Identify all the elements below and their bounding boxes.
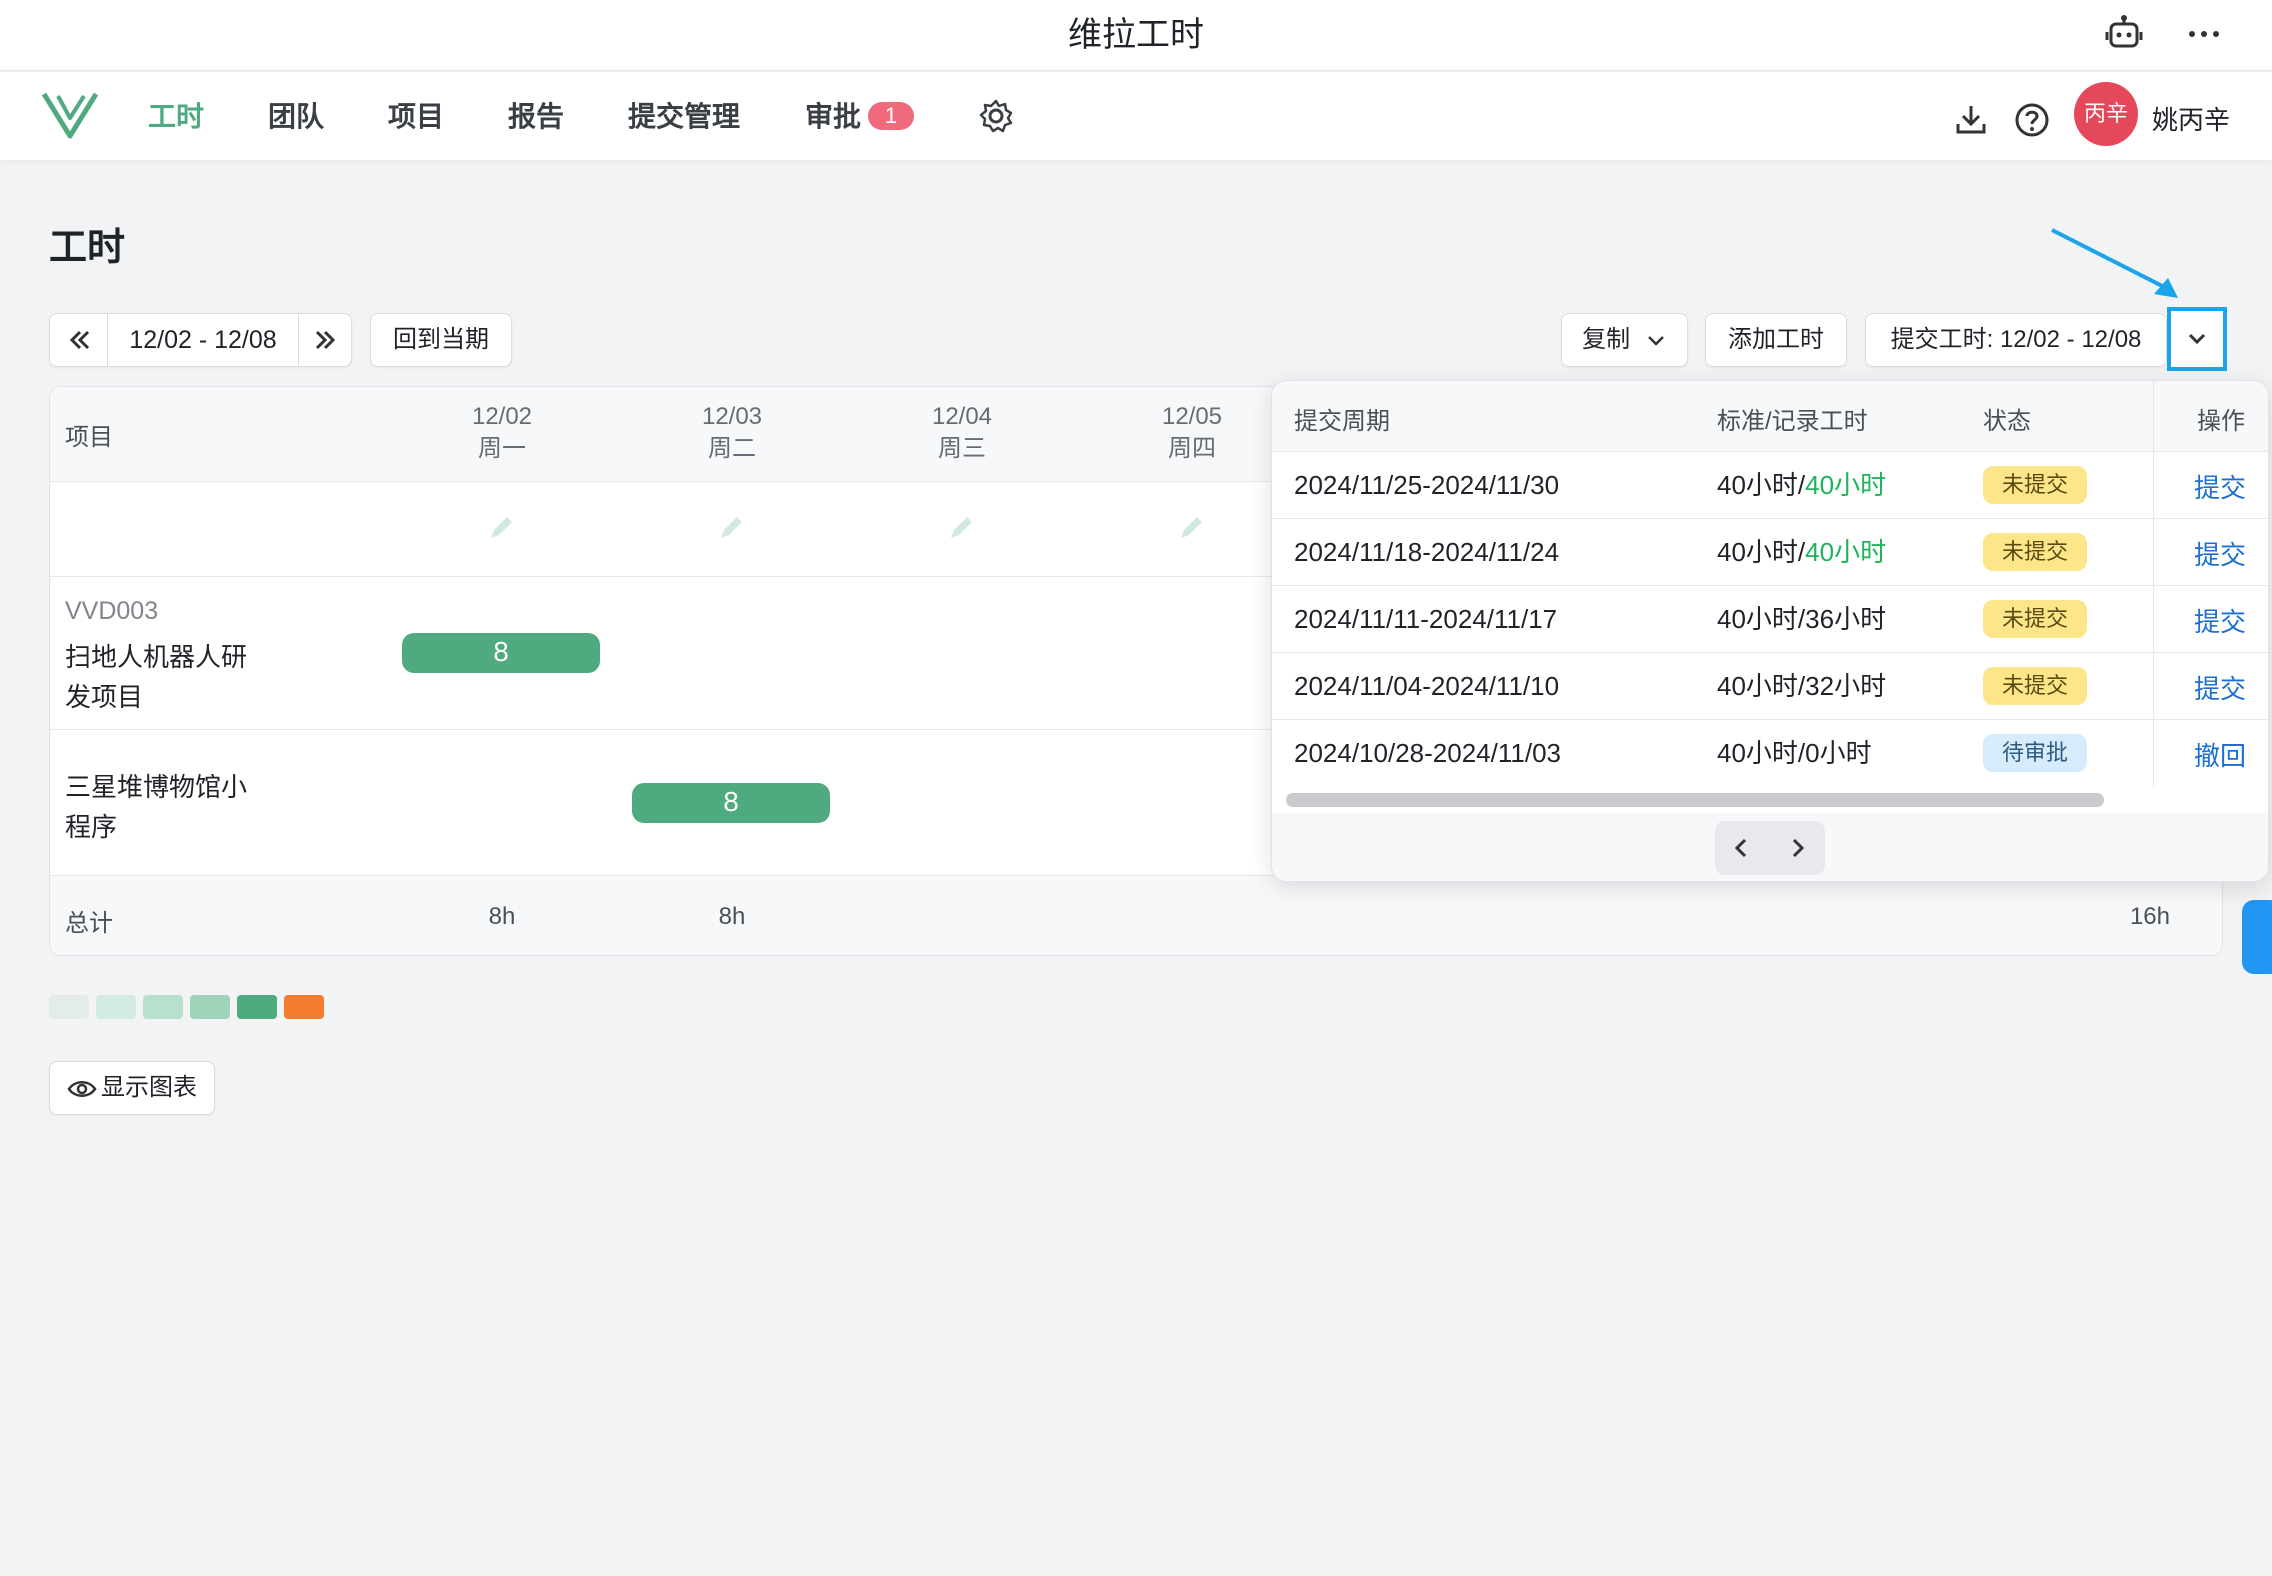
- period-cell: 2024/11/11-2024/11/17: [1294, 604, 1558, 634]
- hours-cell: 40小时/32小时: [1717, 671, 1887, 701]
- hours-cell: 40小时/0小时: [1717, 738, 1872, 768]
- hours-cell: 40小时/40小时: [1717, 470, 1887, 500]
- withdraw-link[interactable]: 撤回: [2194, 736, 2246, 773]
- day-date-header: 12/05: [1161, 403, 1223, 430]
- prev-page-button[interactable]: [1722, 828, 1762, 868]
- hours-cell: 40小时/36小时: [1717, 604, 1887, 634]
- day-total: 8h: [488, 903, 516, 930]
- help-icon[interactable]: [2014, 102, 2050, 138]
- download-icon[interactable]: [1954, 102, 1988, 136]
- copy-button[interactable]: 复制: [1561, 313, 1688, 367]
- submit-hours-button[interactable]: 提交工时: 12/02 - 12/08: [1865, 313, 2167, 367]
- submit-link[interactable]: 提交: [2194, 602, 2246, 639]
- total-label: 总计: [65, 910, 113, 937]
- submit-link[interactable]: 提交: [2194, 468, 2246, 505]
- eye-icon: [67, 1080, 97, 1097]
- window-title: 维拉工时: [1068, 16, 1204, 54]
- project-column-header: 项目: [65, 424, 113, 451]
- horizontal-scrollbar[interactable]: [1286, 793, 2104, 807]
- project-name: 发项目: [65, 682, 144, 712]
- status-badge: 待审批: [1983, 734, 2087, 772]
- project-name: 扫地人机器人研: [65, 642, 248, 672]
- day-weekday-header: 周一: [478, 435, 526, 462]
- chevron-left-icon: [1734, 838, 1747, 858]
- legend-swatch: [237, 995, 277, 1019]
- status-badge: 未提交: [1983, 600, 2087, 638]
- next-page-button[interactable]: [1777, 828, 1817, 868]
- period-cell: 2024/11/04-2024/11/10: [1294, 671, 1560, 701]
- edit-day-icon[interactable]: [486, 513, 516, 543]
- user-name[interactable]: 姚丙辛: [2152, 100, 2230, 137]
- action-column-header: 操作: [2197, 408, 2245, 435]
- day-date-header: 12/02: [471, 403, 533, 430]
- nav-item-projects[interactable]: 项目: [388, 100, 444, 134]
- chevron-down-icon: [1647, 335, 1664, 346]
- submit-link[interactable]: 提交: [2194, 669, 2246, 706]
- period-cell: 2024/11/18-2024/11/24: [1294, 537, 1560, 567]
- page-title: 工时: [49, 227, 126, 269]
- copy-button-label: 复制: [1582, 326, 1631, 353]
- annotation-arrow: [2050, 228, 2190, 302]
- status-badge: 未提交: [1983, 466, 2087, 504]
- approval-count-badge: 1: [868, 102, 914, 130]
- period-column-header: 提交周期: [1294, 408, 1390, 435]
- edit-day-icon[interactable]: [946, 513, 976, 543]
- project-code: VVD003: [65, 597, 159, 625]
- chevron-down-icon: [2188, 333, 2206, 345]
- date-range-label[interactable]: 12/02 - 12/08: [108, 314, 298, 366]
- hours-cell: 40小时/40小时: [1717, 537, 1887, 567]
- more-icon[interactable]: [2186, 16, 2222, 52]
- legend-swatch: [49, 995, 89, 1019]
- day-weekday-header: 周四: [1168, 435, 1216, 462]
- next-period-button[interactable]: [298, 314, 351, 366]
- submit-dropdown-toggle[interactable]: [2167, 307, 2227, 371]
- legend-swatch: [143, 995, 183, 1019]
- back-to-current-button[interactable]: 回到当期: [370, 313, 512, 367]
- submit-link[interactable]: 提交: [2194, 535, 2246, 572]
- nav-item-hours[interactable]: 工时: [148, 100, 204, 134]
- day-total: 8h: [718, 903, 746, 930]
- chevron-right-icon: [1792, 838, 1805, 858]
- settings-icon[interactable]: [978, 98, 1014, 134]
- status-badge: 未提交: [1983, 667, 2087, 705]
- floating-action-button[interactable]: [2242, 900, 2272, 974]
- nav-item-approval[interactable]: 审批: [805, 100, 861, 134]
- project-name: 三星堆博物馆小: [65, 772, 248, 802]
- day-date-header: 12/04: [931, 403, 993, 430]
- show-chart-label: 显示图表: [101, 1074, 197, 1101]
- avatar[interactable]: 丙辛: [2074, 82, 2138, 146]
- period-cell: 2024/11/25-2024/11/30: [1294, 470, 1560, 500]
- hours-entry[interactable]: 8: [402, 633, 600, 673]
- prev-period-button[interactable]: [50, 314, 108, 366]
- robot-icon[interactable]: [2104, 14, 2144, 54]
- project-name: 程序: [65, 812, 118, 842]
- totals-row: [50, 876, 2222, 955]
- day-date-header: 12/03: [701, 403, 763, 430]
- grand-total: 16h: [2129, 903, 2170, 930]
- hours-column-header: 标准/记录工时: [1717, 408, 1868, 435]
- day-weekday-header: 周三: [938, 435, 986, 462]
- submission-period-popup: 提交周期 标准/记录工时 状态 操作 2024/11/25-2024/11/30…: [1271, 380, 2269, 882]
- show-chart-button[interactable]: 显示图表: [49, 1061, 215, 1115]
- legend-swatch: [190, 995, 230, 1019]
- hours-entry[interactable]: 8: [632, 783, 830, 823]
- legend-swatch: [284, 995, 324, 1019]
- nav-item-team[interactable]: 团队: [268, 100, 324, 134]
- period-cell: 2024/10/28-2024/11/03: [1294, 738, 1561, 768]
- logo-icon[interactable]: [40, 88, 100, 142]
- status-badge: 未提交: [1983, 533, 2087, 571]
- status-column-header: 状态: [1983, 408, 2031, 435]
- legend-swatch: [96, 995, 136, 1019]
- nav-item-submissions[interactable]: 提交管理: [628, 100, 740, 134]
- edit-day-icon[interactable]: [716, 513, 746, 543]
- navbar: [0, 72, 2272, 160]
- day-weekday-header: 周二: [708, 435, 756, 462]
- edit-day-icon[interactable]: [1176, 513, 1206, 543]
- add-hours-button[interactable]: 添加工时: [1705, 313, 1847, 367]
- nav-item-reports[interactable]: 报告: [508, 100, 564, 134]
